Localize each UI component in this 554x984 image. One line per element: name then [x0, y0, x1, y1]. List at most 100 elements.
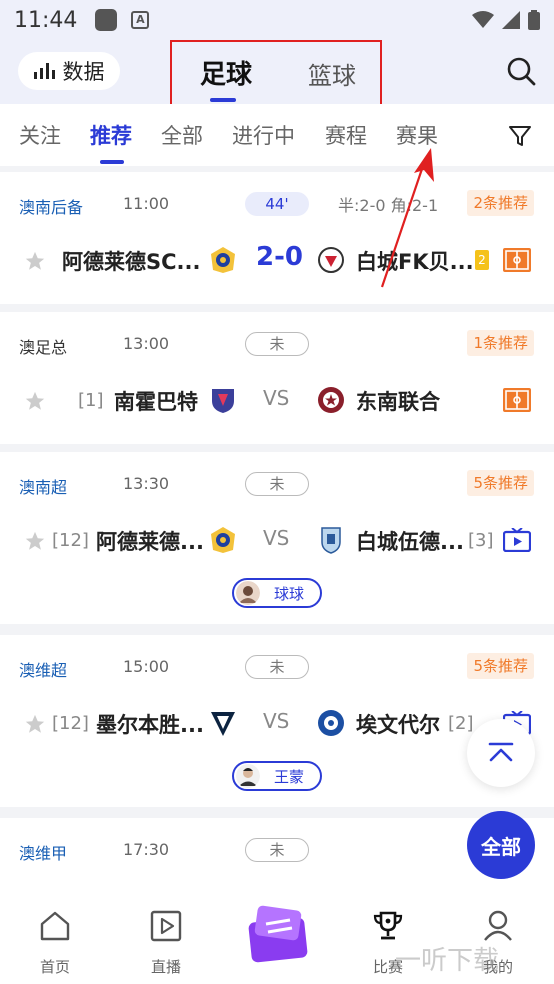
match-status: 未: [245, 332, 309, 356]
match-time: 11:00: [123, 194, 170, 213]
match-status: 未: [245, 655, 309, 679]
away-rank: [3]: [468, 530, 494, 551]
category-tabs: 关注 推荐 全部 进行中 赛程 赛果: [0, 104, 554, 166]
adelaide-logo-icon: [211, 527, 235, 553]
recommend-badge[interactable]: 2条推荐: [467, 190, 534, 216]
app-header: 数据 足球 篮球: [0, 40, 554, 114]
match-card[interactable]: 澳维超 15:00 未 5条推荐 [12] 墨尔本胜... VS 埃文代尔 [2…: [0, 635, 554, 807]
away-team: 白城FK贝...: [356, 250, 474, 274]
expert-tag[interactable]: 球球: [232, 578, 322, 608]
data-button-label: 数据: [62, 60, 105, 84]
recommend-badge[interactable]: 5条推荐: [467, 470, 534, 496]
away-rank: [2]: [448, 713, 474, 734]
match-time: 17:30: [123, 840, 170, 859]
home-team: 南霍巴特: [114, 390, 198, 414]
tab-live[interactable]: 进行中: [232, 120, 295, 150]
home-team: 墨尔本胜...: [96, 713, 204, 737]
away-team: 白城伍德...: [356, 530, 464, 554]
notification-icon: [95, 9, 118, 31]
sport-tabs: 足球 篮球: [170, 40, 382, 114]
arrow-up-icon: [488, 742, 514, 762]
pitch-icon[interactable]: [503, 248, 531, 272]
match-card[interactable]: 澳足总 13:00 未 1条推荐 [1] 南霍巴特 VS 东南联合: [0, 312, 554, 444]
halftime-stats: 半:2-0 角:2-1: [338, 196, 439, 215]
white-city-logo-icon: [318, 247, 344, 273]
scroll-top-button[interactable]: [467, 719, 535, 787]
melbourne-victory-logo-icon: [211, 712, 235, 736]
tab-follow[interactable]: 关注: [19, 120, 61, 150]
all-button[interactable]: 全部: [467, 811, 535, 879]
wifi-icon: [472, 11, 494, 28]
match-time: 13:30: [123, 474, 170, 493]
filter-icon[interactable]: [508, 124, 532, 148]
tab-recommend[interactable]: 推荐: [90, 120, 132, 150]
match-row: [1] 南霍巴特 VS 东南联合: [0, 384, 554, 420]
versus-label: VS: [263, 526, 290, 550]
expert-tag[interactable]: 王蒙: [232, 761, 322, 791]
tab-all[interactable]: 全部: [161, 120, 203, 150]
star-icon[interactable]: [24, 530, 46, 552]
watermark: 一听下载: [395, 946, 500, 976]
avatar: [236, 581, 260, 605]
trophy-icon: [373, 911, 403, 940]
white-city-woodville-logo-icon: [321, 527, 341, 554]
match-time: 13:00: [123, 334, 170, 353]
center-promo-icon[interactable]: [246, 902, 310, 964]
yellow-card-count: 2: [475, 250, 489, 270]
pitch-icon[interactable]: [503, 388, 531, 412]
versus-label: VS: [263, 709, 290, 733]
away-team: 埃文代尔: [356, 713, 440, 737]
expert-name: 王蒙: [274, 767, 305, 786]
away-team: 东南联合: [356, 390, 440, 414]
signal-icon: [502, 11, 520, 29]
expert-name: 球球: [274, 584, 305, 603]
user-icon: [484, 910, 512, 941]
subtab-indicator: [100, 160, 124, 164]
match-time: 15:00: [123, 657, 170, 676]
league-name: 澳维超: [19, 661, 68, 680]
match-row: 阿德莱德SC... 2-0 白城FK贝... 2: [0, 242, 554, 280]
home-team: 阿德莱德SC...: [62, 250, 201, 274]
home-rank: [12]: [52, 713, 89, 734]
recommend-badge[interactable]: 5条推荐: [467, 653, 534, 679]
league-name: 澳南后备: [19, 198, 84, 217]
search-icon[interactable]: [506, 56, 536, 86]
status-time: 11:44: [14, 7, 78, 33]
data-button[interactable]: 数据: [18, 52, 120, 90]
match-status: 未: [245, 838, 309, 862]
tab-results[interactable]: 赛果: [396, 120, 438, 150]
versus-label: VS: [263, 386, 290, 410]
match-minute: 44': [245, 192, 309, 216]
league-name: 澳足总: [19, 338, 68, 357]
sport-tab-indicator: [210, 98, 236, 102]
league-name: 澳南超: [19, 478, 68, 497]
star-icon[interactable]: [24, 250, 46, 272]
match-card[interactable]: 澳南后备 11:00 44' 半:2-0 角:2-1 2条推荐 阿德莱德SC..…: [0, 172, 554, 304]
live-video-icon[interactable]: [503, 528, 531, 552]
match-status: 未: [245, 472, 309, 496]
tab-football[interactable]: 足球: [200, 54, 252, 91]
nav-home[interactable]: 首页: [15, 888, 95, 984]
nav-live[interactable]: 直播: [126, 888, 206, 984]
home-icon: [40, 911, 70, 941]
south-east-united-logo-icon: [318, 387, 344, 413]
avondale-logo-icon: [318, 710, 344, 736]
tab-basketball[interactable]: 篮球: [308, 56, 356, 91]
match-row: [12] 阿德莱德... VS 白城伍德... [3]: [0, 524, 554, 560]
home-rank: [12]: [52, 530, 89, 551]
battery-icon: [528, 10, 540, 30]
nav-live-label: 直播: [150, 958, 181, 976]
nav-home-label: 首页: [39, 958, 70, 976]
match-score: 2-0: [256, 242, 303, 272]
bar-chart-icon: [33, 63, 55, 79]
match-card[interactable]: 澳南超 13:30 未 5条推荐 [12] 阿德莱德... VS 白城伍德...…: [0, 452, 554, 624]
star-icon[interactable]: [24, 713, 46, 735]
avatar: [236, 764, 260, 788]
league-name: 澳维甲: [19, 844, 68, 863]
tab-schedule[interactable]: 赛程: [325, 120, 367, 150]
recommend-badge[interactable]: 1条推荐: [467, 330, 534, 356]
home-rank: [1]: [78, 390, 104, 411]
play-icon: [150, 910, 182, 942]
home-team: 阿德莱德...: [96, 530, 204, 554]
star-icon[interactable]: [24, 390, 46, 412]
